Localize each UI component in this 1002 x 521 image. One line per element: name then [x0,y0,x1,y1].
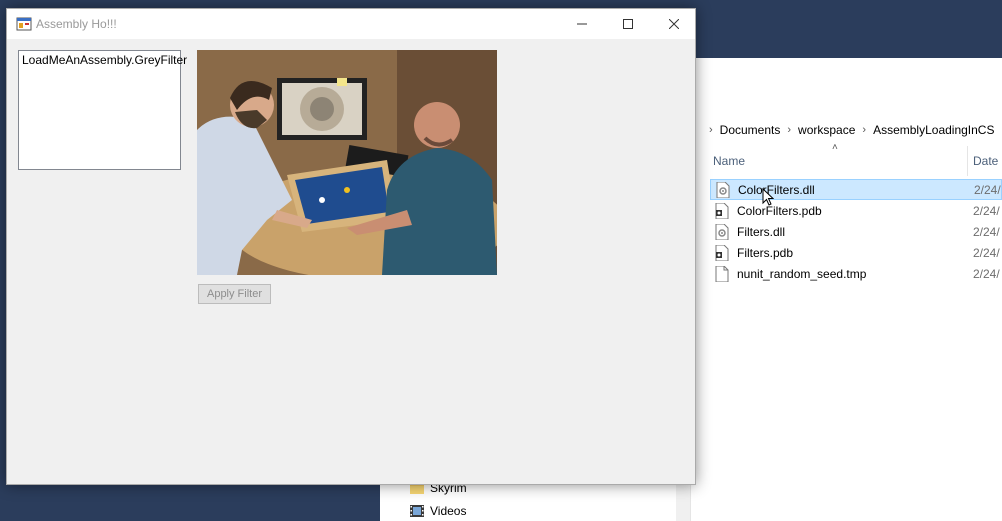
chevron-right-icon[interactable]: › [709,124,713,136]
photo-image [197,50,497,275]
column-headers: ˄ Name Date [700,140,1002,176]
chevron-right-icon[interactable]: › [862,124,866,136]
file-date: 2/24/ [973,203,1000,218]
title-bar[interactable]: Assembly Ho!!! [7,9,695,39]
column-header-name[interactable]: Name [713,154,745,168]
column-header-date[interactable]: Date [973,154,998,168]
file-date: 2/24/ [973,224,1000,239]
file-name: Filters.dll [737,224,786,239]
close-icon [669,19,679,29]
picture-box [197,50,497,275]
file-name: ColorFilters.dll [738,182,815,197]
dll-file-icon [715,223,729,240]
videos-folder-icon [410,505,424,517]
pdb-file-icon [715,202,729,219]
file-name: Filters.pdb [737,245,794,260]
list-item[interactable]: LoadMeAnAssembly.GreyFilter [19,51,187,69]
file-row-colorfilters-dll[interactable]: ColorFilters.dll 2/24/ [710,179,1002,206]
maximize-icon [623,19,633,29]
sort-ascending-icon: ˄ [832,142,838,153]
breadcrumb-item-assemblyloading[interactable]: AssemblyLoadingInCS [873,123,994,137]
close-button[interactable] [651,9,697,39]
column-divider[interactable] [967,146,968,176]
file-name: ColorFilters.pdb [737,203,822,218]
file-row-nunit-tmp[interactable]: nunit_random_seed.tmp 2/24/ [710,263,1002,284]
maximize-button[interactable] [605,9,651,39]
breadcrumb: y › Documents › workspace › AssemblyLoad… [690,119,994,141]
minimize-button[interactable] [559,9,605,39]
file-name: nunit_random_seed.tmp [737,266,867,281]
dll-file-icon [716,181,730,198]
file-row-filters-pdb[interactable]: Filters.pdb 2/24/ [710,242,1002,263]
apply-filter-button[interactable]: Apply Filter [198,284,271,304]
blank-file-icon [715,265,729,282]
file-date: 2/24/ [973,266,1000,281]
pdb-file-icon [715,244,729,261]
file-row-filters-dll[interactable]: Filters.dll 2/24/ [710,221,1002,242]
minimize-icon [577,23,587,25]
breadcrumb-item-workspace[interactable]: workspace [798,123,855,137]
file-row-colorfilters-pdb[interactable]: ColorFilters.pdb 2/24/ [710,200,1002,221]
nav-item-label: Videos [430,504,467,518]
chevron-right-icon[interactable]: › [787,124,791,136]
file-date: 2/24/ [973,245,1000,260]
window-title: Assembly Ho!!! [36,17,117,31]
assembly-listbox[interactable]: LoadMeAnAssembly.GreyFilter [18,50,187,170]
nav-item-videos[interactable]: Videos [410,501,466,521]
assembly-app-window: Assembly Ho!!! LoadMeAnAssembly.GreyFilt… [6,8,696,485]
breadcrumb-item-documents[interactable]: Documents [720,123,781,137]
file-date: 2/24/ [974,182,1001,197]
app-icon [16,16,32,32]
